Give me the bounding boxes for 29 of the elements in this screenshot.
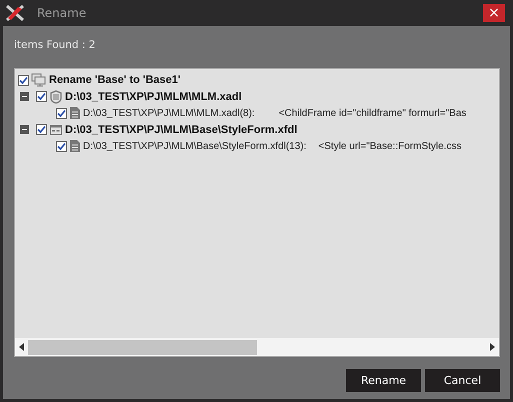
match-text: <ChildFrame id="childframe" formurl="Bas — [278, 108, 466, 119]
file-path[interactable]: D:\03_TEST\XP\PJ\MLM\Base\StyleForm.xfdl — [65, 124, 298, 136]
shield-icon — [49, 90, 63, 104]
collapse-icon[interactable] — [20, 92, 29, 102]
horizontal-scrollbar[interactable] — [15, 338, 499, 356]
checkbox[interactable] — [56, 140, 67, 152]
app-logo-icon — [5, 3, 25, 23]
dialog-button[interactable]: Rename — [346, 369, 421, 392]
close-button[interactable]: × — [483, 4, 505, 22]
scroll-left-icon[interactable] — [19, 343, 24, 351]
match-location[interactable]: D:\03_TEST\XP\PJ\MLM\MLM.xadl(8): — [83, 108, 255, 119]
match-location[interactable]: D:\03_TEST\XP\PJ\MLM\Base\StyleForm.xfdl(13): — [83, 140, 306, 152]
document-icon — [69, 139, 81, 154]
items-found-label: items Found : 2 — [14, 39, 96, 51]
dialog-button[interactable]: Cancel — [425, 369, 500, 392]
monitor-icon — [31, 73, 47, 88]
checkbox[interactable] — [36, 124, 47, 136]
window-title: Rename — [37, 6, 88, 20]
scrollbar-thumb[interactable] — [28, 340, 257, 354]
document-icon — [69, 106, 81, 120]
scroll-right-icon[interactable] — [490, 343, 495, 351]
match-text: <Style url="Base::FormStyle.css — [318, 140, 462, 152]
checkbox[interactable] — [18, 74, 29, 86]
file-path[interactable]: D:\03_TEST\XP\PJ\MLM\MLM.xadl — [65, 90, 242, 103]
checkbox[interactable] — [36, 91, 47, 102]
rename-summary: Rename 'Base' to 'Base1' — [49, 74, 181, 86]
checkbox[interactable] — [56, 108, 67, 119]
collapse-icon[interactable] — [20, 125, 29, 134]
form-icon — [49, 122, 63, 137]
